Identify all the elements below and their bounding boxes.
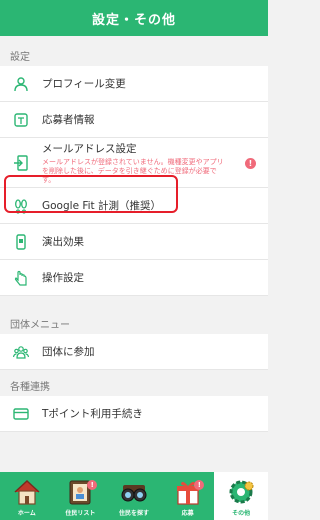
menu-item-join-group[interactable]: 団体に参加 (0, 334, 268, 370)
menu-item-label: Google Fit 計測（推奨） (42, 200, 162, 212)
group-icon (0, 344, 34, 360)
nav-label: 住民リスト (65, 510, 96, 517)
nav-resident-list[interactable]: ! 住民リスト (54, 472, 108, 520)
mail-login-icon (0, 154, 34, 171)
nav-label: 応募 (181, 510, 194, 517)
section-header-settings: 設定 (0, 36, 268, 66)
alert-badge: ! (245, 158, 256, 169)
menu-item-label: 操作設定 (42, 272, 84, 284)
menu-item-label: Tポイント利用手続き (42, 408, 143, 420)
menu-item-applicant-info[interactable]: 応募者情報 (0, 102, 268, 138)
menu-item-label: 演出効果 (42, 236, 84, 248)
nav-alert-badge: ! (87, 480, 98, 490)
menu-item-t-point[interactable]: Tポイント利用手続き (0, 396, 268, 432)
app-header: 設定・その他 (0, 0, 268, 36)
settings-list: 設定 プロフィール変更 応募者情報 メールアドレス設定 メールアドレスが登録され… (0, 36, 268, 472)
hand-tap-icon (0, 270, 34, 286)
menu-item-label: 応募者情報 (42, 114, 95, 126)
page-title: 設定・その他 (91, 12, 176, 28)
menu-item-effects[interactable]: 演出効果 (0, 224, 268, 260)
nav-other[interactable]: その他 (214, 472, 268, 520)
section-header-group: 団体メニュー (0, 296, 268, 334)
card-icon (0, 406, 34, 422)
nav-home[interactable]: ホーム (0, 472, 54, 520)
binoculars-icon (121, 485, 147, 502)
menu-item-email[interactable]: メールアドレス設定 メールアドレスが登録されていません。機種変更やアプリを削除し… (0, 138, 268, 188)
person-icon (0, 76, 34, 92)
menu-item-operation[interactable]: 操作設定 (0, 260, 268, 296)
nav-find-resident[interactable]: 住民を探す (107, 472, 161, 520)
applicant-card-icon (0, 112, 34, 128)
footsteps-icon (0, 198, 34, 214)
phone-effect-icon (0, 233, 34, 250)
menu-item-profile[interactable]: プロフィール変更 (0, 66, 268, 102)
menu-item-label: メールアドレス設定 (42, 142, 137, 155)
section-header-integrations: 各種連携 (0, 370, 268, 396)
nav-apply[interactable]: ! 応募 (161, 472, 215, 520)
email-warning-text: メールアドレスが登録されていません。機種変更やアプリを削除した後に、データを引き… (42, 157, 224, 184)
menu-item-label: プロフィール変更 (42, 78, 126, 90)
nav-alert-badge: ! (194, 480, 205, 490)
gear-icon (229, 480, 254, 504)
menu-item-google-fit[interactable]: Google Fit 計測（推奨） (0, 188, 268, 224)
nav-label: その他 (232, 510, 251, 517)
bottom-navigation: ホーム ! 住民リスト 住民を探す ! 応募 その他 (0, 472, 268, 520)
nav-label: 住民を探す (118, 510, 149, 517)
nav-label: ホーム (17, 510, 36, 517)
house-icon (14, 479, 40, 505)
menu-item-label: 団体に参加 (42, 346, 95, 358)
